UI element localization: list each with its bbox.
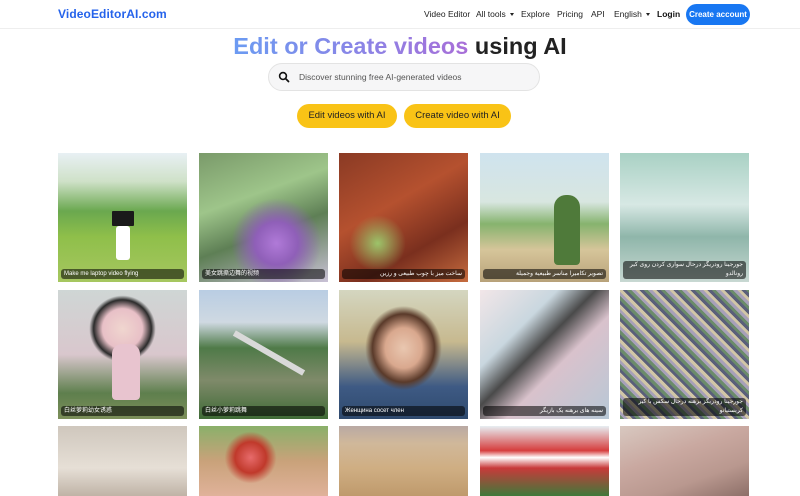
nav-video-editor[interactable]: Video Editor — [424, 9, 470, 19]
hero-title: Edit or Create videos using AI — [0, 33, 800, 60]
video-thumbnail — [480, 153, 609, 282]
person-shape — [112, 344, 140, 400]
search-input[interactable]: Discover stunning free AI-generated vide… — [299, 72, 462, 82]
video-caption: ساخت میز با چوب طبیعی و رزین — [342, 269, 465, 279]
site-logo[interactable]: VideoEditorAI.com — [58, 7, 167, 21]
video-card[interactable] — [339, 426, 468, 496]
video-caption: 白丝萝莉幼女诱惑 — [61, 406, 184, 416]
nav-all-tools[interactable]: All tools — [476, 9, 514, 19]
video-thumbnail — [339, 426, 468, 496]
video-thumbnail — [480, 426, 609, 496]
nav-explore[interactable]: Explore — [521, 9, 550, 19]
search-bar[interactable]: Discover stunning free AI-generated vide… — [268, 63, 540, 91]
video-caption: جورجینا رودریگز برهنه درحال سکس با کیر ک… — [623, 398, 746, 416]
video-card[interactable] — [199, 426, 328, 496]
video-card[interactable] — [480, 426, 609, 496]
video-card[interactable]: ساخت میز با چوب طبیعی و رزین — [339, 153, 468, 282]
video-card[interactable]: Make me laptop video flying — [58, 153, 187, 282]
video-card[interactable] — [620, 426, 749, 496]
chevron-down-icon — [645, 13, 650, 16]
nav-all-tools-label: All tools — [476, 9, 506, 19]
person-shape — [116, 226, 130, 260]
video-card[interactable]: 美女跳撕边舞的视频 — [199, 153, 328, 282]
video-card[interactable]: سینه های برهنه یک بازیگر — [480, 290, 609, 419]
video-card[interactable]: 白丝萝莉幼女诱惑 — [58, 290, 187, 419]
language-label: English — [614, 9, 642, 19]
video-card[interactable] — [58, 426, 187, 496]
video-caption: تصویر تکامیرا مناسر طبیعیة وجمیلة — [483, 269, 606, 279]
video-card[interactable]: تصویر تکامیرا مناسر طبیعیة وجمیلة — [480, 153, 609, 282]
video-thumbnail — [480, 290, 609, 419]
video-caption: سینه های برهنه یک بازیگر — [483, 406, 606, 416]
language-selector[interactable]: English — [614, 9, 650, 19]
video-caption: 美女跳撕边舞的视频 — [202, 269, 325, 279]
create-account-button[interactable]: Create account — [686, 4, 750, 25]
hero-title-highlight: Edit or Create videos — [233, 33, 469, 59]
video-caption: Женщина сосет член — [342, 406, 465, 416]
laptop-shape — [112, 211, 134, 226]
video-card[interactable]: جورجینا رودریگز برهنه درحال سکس با کیر ک… — [620, 290, 749, 419]
video-thumbnail — [199, 426, 328, 496]
login-link[interactable]: Login — [657, 9, 680, 19]
edit-videos-button[interactable]: Edit videos with AI — [297, 104, 397, 128]
hero-title-rest: using AI — [474, 33, 567, 59]
video-caption: 白丝小萝莉跳舞 — [202, 406, 325, 416]
video-thumbnail — [58, 426, 187, 496]
video-caption: Make me laptop video flying — [61, 269, 184, 279]
video-thumbnail — [620, 426, 749, 496]
video-card[interactable]: 白丝小萝莉跳舞 — [199, 290, 328, 419]
video-thumbnail — [339, 153, 468, 282]
video-thumbnail — [199, 153, 328, 282]
search-icon — [278, 71, 290, 83]
nav-api[interactable]: API — [591, 9, 605, 19]
chevron-down-icon — [509, 13, 514, 16]
video-caption: جورجینا رودریگز درحال سواری کردن روی کیر… — [623, 261, 746, 279]
video-card[interactable]: Женщина сосет член — [339, 290, 468, 419]
video-card[interactable]: جورجینا رودریگز درحال سواری کردن روی کیر… — [620, 153, 749, 282]
video-thumbnail — [199, 290, 328, 419]
person-shape — [554, 195, 580, 265]
top-navbar: VideoEditorAI.com Video Editor All tools… — [0, 0, 800, 29]
video-thumbnail — [339, 290, 468, 419]
create-video-button[interactable]: Create video with AI — [404, 104, 511, 128]
nav-pricing[interactable]: Pricing — [557, 9, 583, 19]
